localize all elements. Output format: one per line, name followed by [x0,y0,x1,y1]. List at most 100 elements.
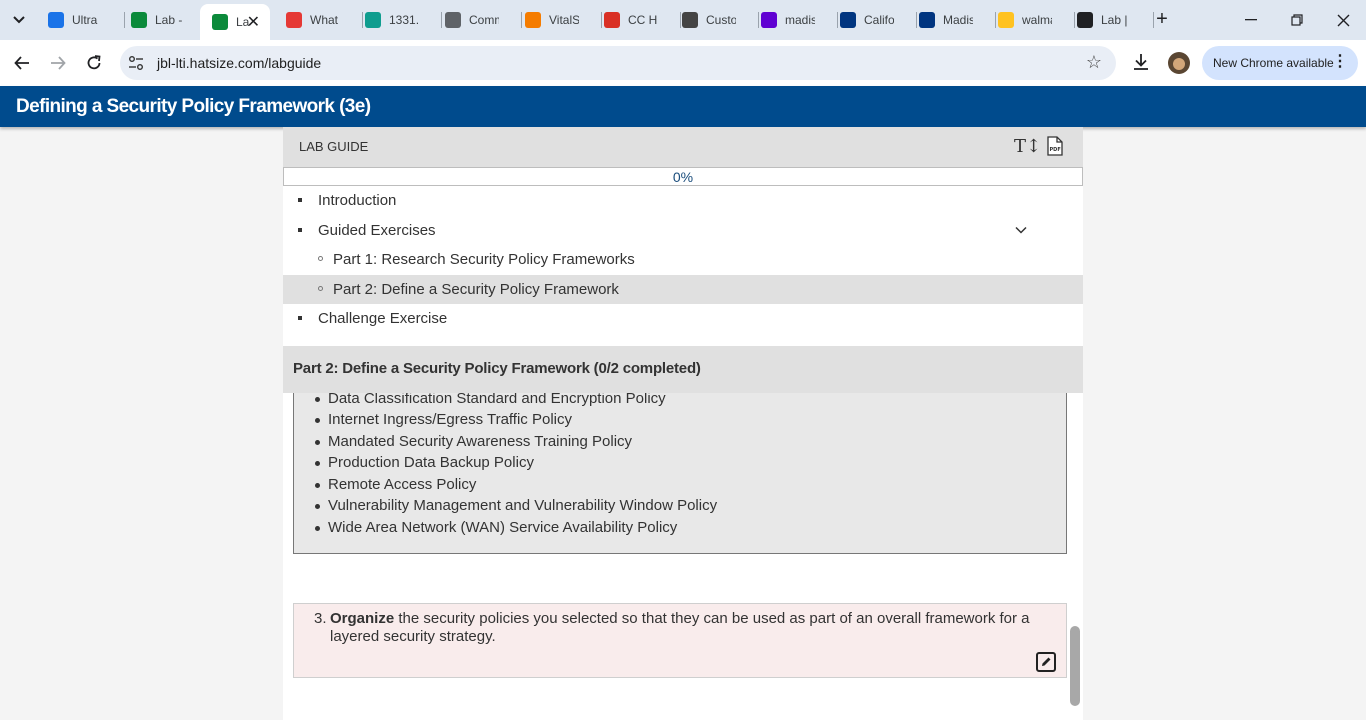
browser-tab[interactable]: Madis [919,6,989,34]
arrow-right-icon [51,56,66,70]
tab-separator [837,12,838,28]
tab-title: VitalS [549,13,579,27]
profile-avatar[interactable] [1168,52,1190,74]
pencil-icon [1042,657,1051,666]
arrow-left-icon [14,56,29,70]
chrome-update-button[interactable]: New Chrome available ⋮ [1202,46,1358,80]
bullet-icon [298,198,302,202]
tab-separator [124,12,125,28]
back-button[interactable] [10,51,34,75]
minimize-button[interactable] [1239,8,1263,32]
browser-tab[interactable]: Califo [840,6,910,34]
browser-tab[interactable]: walma [998,6,1068,34]
browser-tab[interactable]: Lab - [131,6,201,34]
toc-label: Part 1: Research Security Policy Framewo… [333,251,635,268]
tab-separator [680,12,681,28]
downloads-button[interactable] [1131,52,1151,77]
app-header: Defining a Security Policy Framework (3e… [0,86,1366,127]
site-settings-icon[interactable] [128,55,144,71]
cio-icon [286,12,302,28]
policy-item: Mandated Security Awareness Training Pol… [314,431,717,453]
minimize-icon [1245,19,1257,21]
forward-button[interactable] [46,51,70,75]
policy-item: Vulnerability Management and Vulnerabili… [314,495,717,517]
toc-subitem[interactable]: Part 1: Research Security Policy Framewo… [283,245,1083,275]
download-icon [1134,54,1148,70]
tab-separator [916,12,917,28]
progress-label: 0% [672,169,694,185]
booking-icon [919,12,935,28]
toc-label: Guided Exercises [318,221,436,239]
tab-separator [601,12,602,28]
chevron-down-icon[interactable] [1014,223,1028,237]
tab-search-button[interactable] [6,7,32,33]
browser-tab[interactable]: Lab | [1077,6,1147,34]
walmart-icon [998,12,1014,28]
toc-item[interactable]: Challenge Exercise [283,304,1083,334]
policy-list-box: Business Continuity and Disaster Recover… [293,377,1067,554]
update-label: New Chrome available [1213,56,1334,70]
gmail-icon [604,12,620,28]
tab-title: Comm [469,13,499,27]
tab-title: walma [1022,13,1052,27]
font-size-icon[interactable]: T↕ [1014,136,1041,157]
section-header: Part 2: Define a Security Policy Framewo… [283,346,1083,393]
lab-guide-panel: LAB GUIDE T↕ PDF 0% Introduction Guided E… [283,127,1083,720]
reload-icon [87,55,101,70]
reload-button[interactable] [82,51,106,75]
edit-button[interactable] [1036,652,1056,672]
browser-tab[interactable]: VitalS [525,6,595,34]
browser-tab[interactable]: CC HC [604,6,674,34]
page-title: Defining a Security Policy Framework (3e… [16,96,371,117]
leaf-icon [212,14,228,30]
browser-tab[interactable]: Ultra [48,6,118,34]
browser-tab[interactable]: madis [761,6,831,34]
lab-guide-title: LAB GUIDE [299,139,369,154]
table-of-contents: Introduction Guided Exercises Part 1: Rese… [283,186,1083,334]
step-card: 3. Organize the security policies you se… [293,603,1067,678]
yahoo-icon [761,12,777,28]
browser-tab[interactable]: Comm [445,6,515,34]
progress-bar: 0% [283,167,1083,186]
restore-icon [1291,14,1303,26]
step-instruction: Organize the security policies you selec… [330,610,1040,646]
tab-title: CC HC [628,13,658,27]
tab-title: Madis [943,13,973,27]
tab-title: Custo [706,13,736,27]
browser-tab[interactable]: Custo [682,6,752,34]
pdf-icon[interactable]: PDF [1047,136,1063,156]
tab-title: madis [785,13,815,27]
blackboard-icon [48,12,64,28]
bullet-icon [298,227,302,232]
browser-tab[interactable]: What [286,6,356,34]
bullet-icon [318,285,323,291]
policy-item: Wide Area Network (WAN) Service Availabi… [314,517,717,539]
toc-item[interactable]: Introduction [283,186,1083,216]
step-verb: Organize [330,610,395,627]
browser-tab[interactable]: 1331. [365,6,435,34]
scrollbar-thumb[interactable] [1070,626,1080,706]
restore-button[interactable] [1285,8,1309,32]
bookmark-star-icon[interactable]: ☆ [1086,52,1102,73]
toc-label: Part 2: Define a Security Policy Framewo… [333,280,619,298]
policy-item: Internet Ingress/Egress Traffic Policy [314,409,717,431]
chevron-down-icon [13,16,25,24]
leaf-icon [131,12,147,28]
more-menu-icon[interactable]: ⋮ [1332,52,1348,72]
close-tab-icon[interactable]: ✕ [247,12,260,32]
address-bar[interactable]: jbl-lti.hatsize.com/labguide ☆ [120,46,1116,80]
browser-tab[interactable]: La ✕ [200,4,270,40]
close-window-button[interactable] [1331,8,1355,32]
bullet-icon [318,256,323,261]
tab-title: What [310,13,339,27]
policy-item: Remote Access Policy [314,474,717,496]
close-icon [1337,14,1349,26]
tab-separator [441,12,442,28]
tab-separator [758,12,759,28]
policy-list: Business Continuity and Disaster Recover… [314,378,717,539]
svg-text:PDF: PDF [1050,147,1061,153]
toc-item[interactable]: Guided Exercises [283,216,1083,246]
tab-separator [995,12,996,28]
new-tab-button[interactable]: + [1152,9,1172,29]
toc-subitem[interactable]: Part 2: Define a Security Policy Framewo… [283,274,1083,304]
